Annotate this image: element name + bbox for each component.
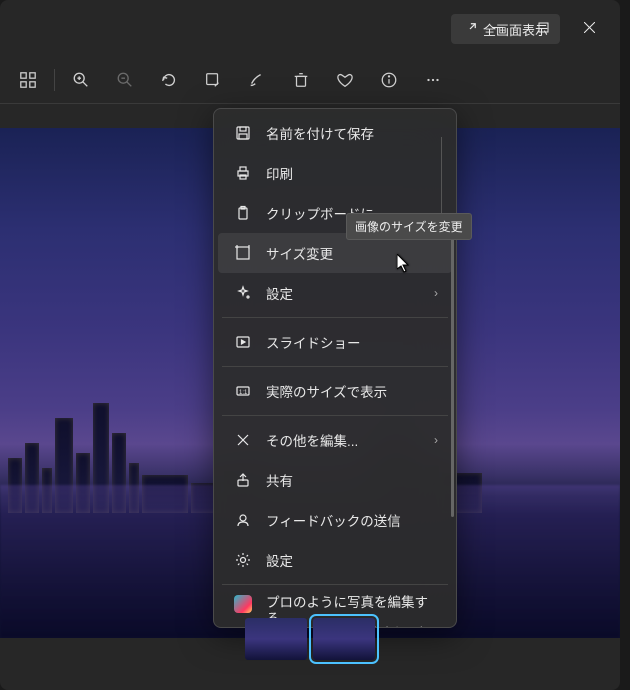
- zoom-out-button[interactable]: [103, 60, 147, 100]
- menu-item-label: 設定: [266, 550, 293, 570]
- sparkle-icon: [234, 284, 252, 302]
- menu-item-label: スライドショー: [266, 332, 361, 352]
- menu-item-label: 実際のサイズで表示: [266, 381, 387, 401]
- one-to-one-icon: 1:1: [234, 382, 252, 400]
- resize-icon: [234, 244, 252, 262]
- thumbnail[interactable]: [245, 618, 307, 660]
- menu-separator: [222, 415, 448, 416]
- zoom-out-icon: [116, 71, 134, 89]
- edit-button[interactable]: [191, 60, 235, 100]
- maximize-icon: [538, 22, 549, 33]
- trash-icon: [292, 71, 310, 89]
- menu-item-label: 名前を付けて保存: [266, 123, 374, 143]
- menu-item-settings[interactable]: 設定: [218, 540, 452, 580]
- store-badge-icon: [234, 595, 252, 613]
- separator: [54, 69, 55, 91]
- menu-item-label: 印刷: [266, 163, 293, 183]
- titlebar: 全画面表示: [0, 0, 620, 56]
- menu-scrollbar-thumb[interactable]: [451, 237, 454, 517]
- zoom-in-button[interactable]: [59, 60, 103, 100]
- tools-icon: [234, 431, 252, 449]
- menu-item-slideshow[interactable]: スライドショー: [218, 322, 452, 362]
- svg-text:1:1: 1:1: [239, 390, 248, 396]
- play-icon: [234, 333, 252, 351]
- thumbnail-selected[interactable]: [313, 618, 375, 660]
- menu-item-save-as[interactable]: 名前を付けて保存: [218, 113, 452, 153]
- feedback-icon: [234, 511, 252, 529]
- close-icon: [584, 22, 595, 33]
- draw-icon: [248, 71, 266, 89]
- info-button[interactable]: [367, 60, 411, 100]
- menu-item-label: サイズ変更: [266, 243, 333, 263]
- delete-button[interactable]: [279, 60, 323, 100]
- menu-item-label: 共有: [266, 470, 293, 490]
- rotate-icon: [160, 71, 178, 89]
- info-icon: [380, 71, 398, 89]
- view-all-button[interactable]: [6, 60, 50, 100]
- markup-button[interactable]: [235, 60, 279, 100]
- close-button[interactable]: [566, 12, 612, 42]
- filmstrip: [0, 618, 620, 660]
- menu-item-label: 設定: [266, 283, 293, 303]
- menu-item-label: フィードバックの送信: [266, 510, 401, 530]
- menu-item-label: その他を編集...: [266, 430, 358, 450]
- menu-separator: [222, 366, 448, 367]
- menu-item-edit-more[interactable]: その他を編集... ›: [218, 420, 452, 460]
- menu-item-actual-size[interactable]: 1:1 実際のサイズで表示: [218, 371, 452, 411]
- more-button[interactable]: [411, 60, 455, 100]
- favorite-button[interactable]: [323, 60, 367, 100]
- edit-image-icon: [204, 71, 222, 89]
- zoom-in-icon: [72, 71, 90, 89]
- minimize-button[interactable]: [474, 12, 520, 42]
- tooltip: 画像のサイズを変更: [346, 213, 472, 240]
- clipboard-icon: [234, 204, 252, 222]
- window-controls: [474, 12, 612, 42]
- menu-separator: [222, 317, 448, 318]
- print-icon: [234, 164, 252, 182]
- mouse-cursor: [397, 254, 413, 279]
- maximize-button[interactable]: [520, 12, 566, 42]
- toolbar: [0, 56, 620, 104]
- chevron-right-icon: ›: [434, 433, 438, 447]
- tooltip-text: 画像のサイズを変更: [355, 220, 463, 234]
- heart-icon: [336, 71, 354, 89]
- menu-separator: [222, 584, 448, 585]
- save-icon: [234, 124, 252, 142]
- chevron-right-icon: ›: [434, 286, 438, 300]
- context-menu: 名前を付けて保存 印刷 クリップボードに サイズ変更 設定 › スライドショー …: [213, 108, 457, 628]
- grid-icon: [19, 71, 37, 89]
- minimize-icon: [492, 22, 503, 33]
- gear-icon: [234, 551, 252, 569]
- menu-item-share[interactable]: 共有: [218, 460, 452, 500]
- more-icon: [424, 71, 442, 89]
- menu-item-feedback[interactable]: フィードバックの送信: [218, 500, 452, 540]
- rotate-button[interactable]: [147, 60, 191, 100]
- share-icon: [234, 471, 252, 489]
- menu-item-print[interactable]: 印刷: [218, 153, 452, 193]
- menu-item-appearance[interactable]: 設定 ›: [218, 273, 452, 313]
